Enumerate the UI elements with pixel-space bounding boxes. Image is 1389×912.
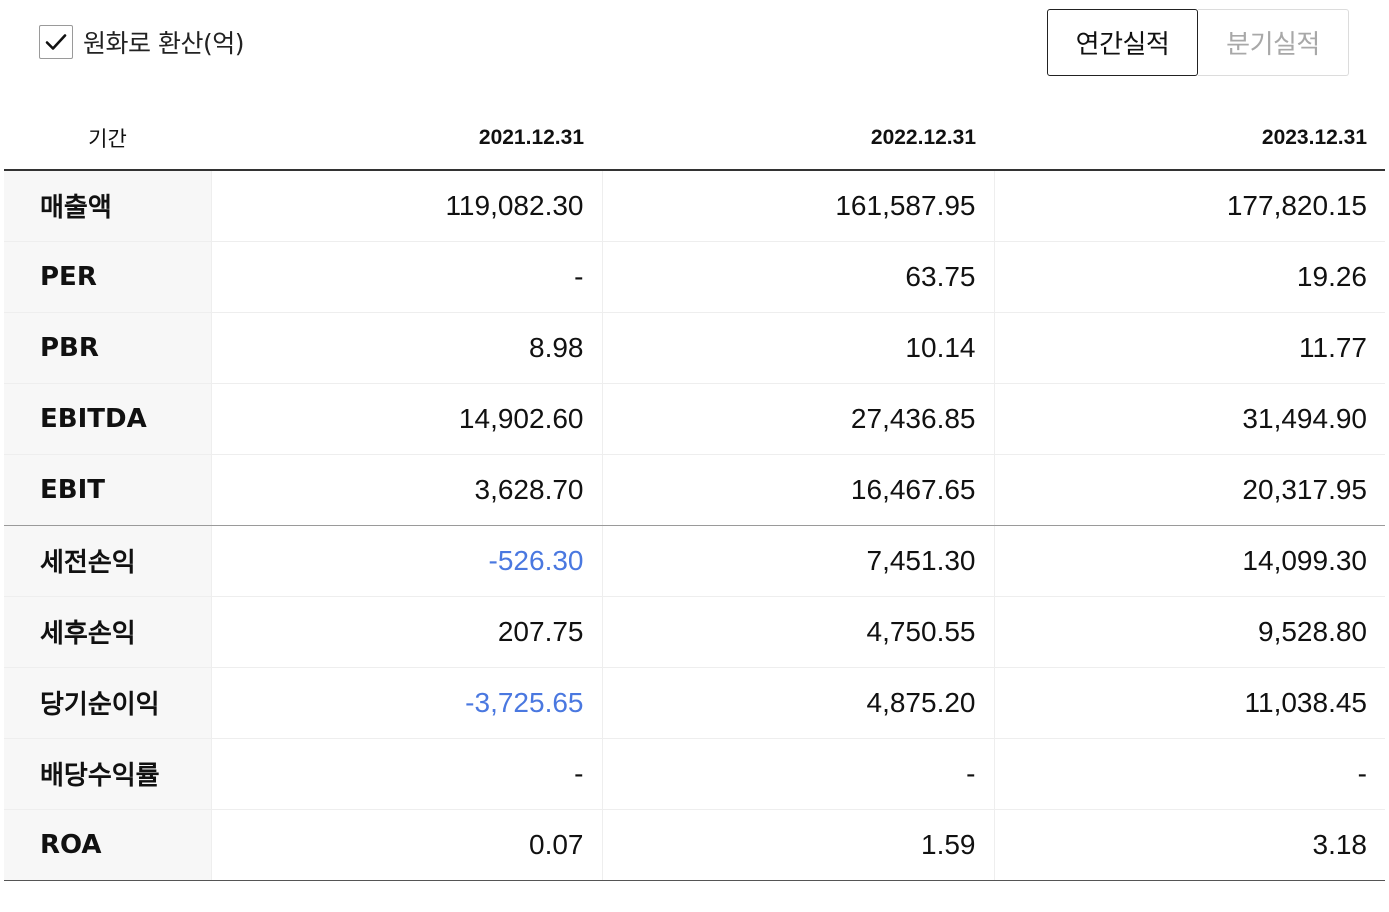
row-label: 세후손익 [4,596,211,668]
table-cell-negative: -3,725.65 [210,667,602,739]
convert-checkbox[interactable] [39,25,73,59]
table-row: EBITDA 14,902.60 27,436.85 31,494.90 [4,383,1385,455]
table-cell: 3.18 [993,809,1385,881]
krw-convert-toggle[interactable]: 원화로 환산(억) [39,24,244,60]
table-cell: 27,436.85 [601,383,994,455]
table-cell: 177,820.15 [993,170,1385,242]
table-cell: 14,099.30 [993,525,1385,597]
table-row: 당기순이익 -3,725.65 4,875.20 11,038.45 [4,667,1385,739]
row-label: ROA [4,809,211,881]
row-label: 세전손익 [4,525,211,597]
table-cell: 7,451.30 [601,525,994,597]
table-row: 세전손익 -526.30 7,451.30 14,099.30 [4,525,1385,597]
year-header: 2021.12.31 [211,106,602,171]
row-label: EBITDA [4,383,211,455]
year-header: 2023.12.31 [994,106,1385,171]
table-cell: - [601,738,994,810]
row-label: EBIT [4,454,211,526]
table-header-row: 기간 2021.12.31 2022.12.31 2023.12.31 [4,106,1385,171]
toolbar: 원화로 환산(억) 연간실적 분기실적 [0,0,1389,100]
table-cell: 10.14 [601,312,994,384]
table-cell: 1.59 [601,809,994,881]
table-cell: 9,528.80 [993,596,1385,668]
table-cell: 31,494.90 [993,383,1385,455]
table-cell: - [993,738,1385,810]
year-header: 2022.12.31 [602,106,994,171]
table-cell: 161,587.95 [601,170,994,242]
financials-table: 기간 2021.12.31 2022.12.31 2023.12.31 매출액 … [4,106,1385,881]
table-cell: 3,628.70 [210,454,602,526]
table-cell: 4,875.20 [601,667,994,739]
table-cell: - [210,738,602,810]
table-cell: 16,467.65 [601,454,994,526]
table-row: 배당수익률 - - - [4,738,1385,810]
table-cell: 4,750.55 [601,596,994,668]
checkmark-icon [45,34,67,50]
row-label: 배당수익률 [4,738,211,810]
row-label: PBR [4,312,211,384]
table-cell-negative: -526.30 [210,525,602,597]
table-row: PER - 63.75 19.26 [4,241,1385,313]
tab-quarterly[interactable]: 분기실적 [1198,9,1349,76]
table-cell: 11.77 [993,312,1385,384]
table-cell: - [210,241,602,313]
row-label: 매출액 [4,170,211,242]
table-row: 세후손익 207.75 4,750.55 9,528.80 [4,596,1385,668]
period-header: 기간 [4,106,211,171]
table-cell: 63.75 [601,241,994,313]
convert-label: 원화로 환산(억) [83,29,244,58]
row-label: 당기순이익 [4,667,211,739]
table-cell: 19.26 [993,241,1385,313]
table-cell: 11,038.45 [993,667,1385,739]
table-row: PBR 8.98 10.14 11.77 [4,312,1385,384]
table-cell: 207.75 [210,596,602,668]
table-cell: 14,902.60 [210,383,602,455]
table-row: EBIT 3,628.70 16,467.65 20,317.95 [4,454,1385,526]
period-tabs: 연간실적 분기실적 [1047,9,1349,76]
tab-annual[interactable]: 연간실적 [1047,9,1198,76]
table-cell: 8.98 [210,312,602,384]
table-cell: 0.07 [210,809,602,881]
table-cell: 20,317.95 [993,454,1385,526]
table-row: ROA 0.07 1.59 3.18 [4,809,1385,881]
table-cell: 119,082.30 [210,170,602,242]
table-row: 매출액 119,082.30 161,587.95 177,820.15 [4,170,1385,242]
row-label: PER [4,241,211,313]
